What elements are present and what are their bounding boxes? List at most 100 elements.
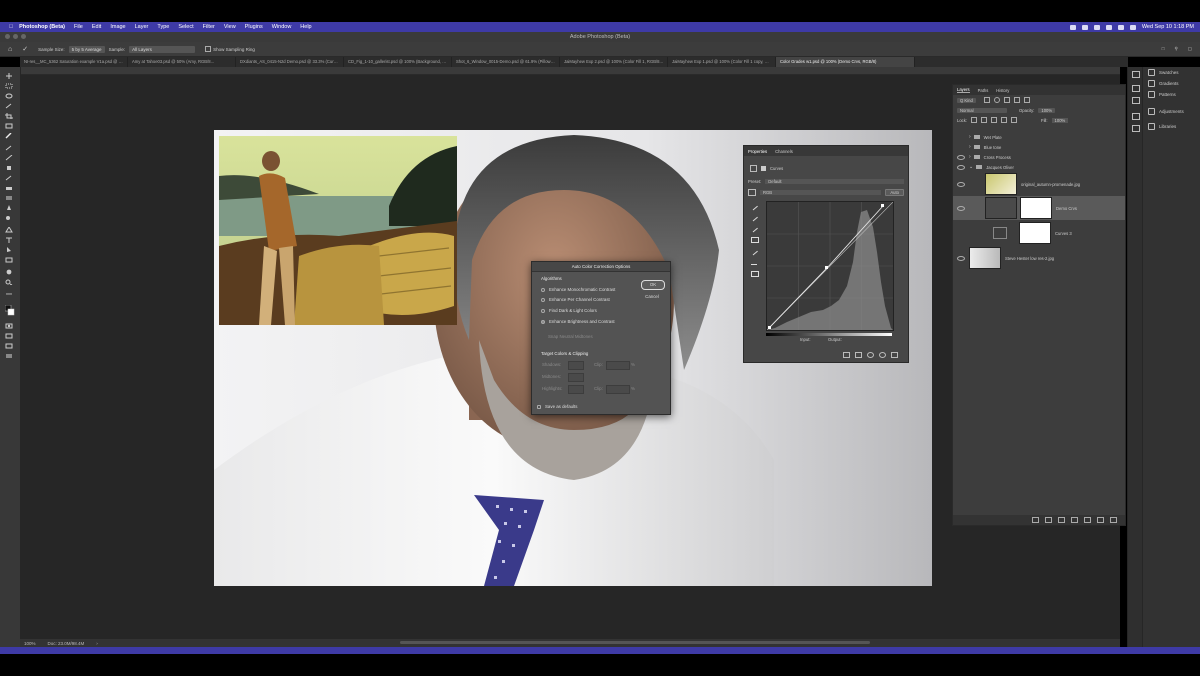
home-icon[interactable]: ⌂: [8, 46, 12, 53]
dock-adjustments[interactable]: Adjustments: [1148, 108, 1184, 115]
zoom-level[interactable]: 100%: [24, 641, 36, 646]
type-tool-icon[interactable]: [5, 237, 13, 243]
eyedropper-gray-icon[interactable]: [750, 213, 758, 222]
new-adjustment-icon[interactable]: [1071, 517, 1078, 523]
layer-row[interactable]: › Cross Process: [953, 152, 1125, 162]
visibility-eye-icon[interactable]: [957, 205, 965, 211]
color-swatches-icon[interactable]: [5, 305, 15, 317]
status-icon[interactable]: [1081, 24, 1088, 30]
filter-adjust-icon[interactable]: [993, 97, 1000, 103]
tab-history[interactable]: History: [996, 88, 1009, 93]
eyedropper-white-icon[interactable]: [750, 224, 758, 233]
rectangle-tool-icon[interactable]: [5, 257, 13, 263]
layer-row[interactable]: original_autumn-promenade.jpg: [953, 172, 1125, 196]
hand-tool-icon[interactable]: [5, 269, 13, 275]
lock-artboard-icon[interactable]: [1001, 117, 1008, 123]
app-menu[interactable]: Photoshop (Beta): [19, 24, 65, 30]
visibility-eye-icon[interactable]: [957, 181, 965, 187]
status-icon[interactable]: [1069, 24, 1076, 30]
menu-layer[interactable]: Layer: [135, 24, 149, 30]
highlights-clip-input[interactable]: [606, 385, 630, 394]
visibility-eye-icon[interactable]: [957, 154, 965, 160]
zoom-tool-icon[interactable]: [5, 279, 13, 285]
target-adjust-icon[interactable]: [748, 189, 756, 196]
tab-document-6[interactable]: JaiMayhew Exp 2.psd @ 100% (Color Fill 1…: [560, 57, 668, 67]
clipping-icon[interactable]: [751, 271, 759, 277]
smooth-icon[interactable]: [751, 260, 757, 265]
more-tools-icon[interactable]: [5, 291, 13, 296]
tab-layers[interactable]: Layers: [957, 87, 970, 93]
tab-document-2[interactable]: Amy at Tahoe03.psd @ 50% (Amy, RGB/8...: [128, 57, 236, 67]
tab-document-4[interactable]: CD_Fig_1-10_gallerist.psd @ 100% (Backgr…: [344, 57, 452, 67]
status-icon[interactable]: [1093, 24, 1100, 30]
tab-document-1[interactable]: NI-res__MC_5362 Saturation example V1a.p…: [20, 57, 128, 67]
lasso-tool-icon[interactable]: [5, 93, 13, 99]
share-icon[interactable]: □: [1162, 46, 1165, 52]
horizontal-scrollbar[interactable]: [400, 641, 870, 644]
trash-icon[interactable]: [891, 352, 898, 358]
curve-point-icon[interactable]: [751, 237, 759, 243]
visibility-eye-icon[interactable]: [957, 255, 965, 261]
tab-document-7[interactable]: JaiMayhew Exp 1.psd @ 100% (Color Fill 1…: [668, 57, 776, 67]
menu-file[interactable]: File: [74, 24, 83, 30]
brush-tool-icon[interactable]: [5, 155, 13, 161]
doc-size[interactable]: Doc: 23.0M/98.4M: [48, 641, 85, 646]
layer-filter-kind[interactable]: Q Kind: [957, 97, 976, 103]
dodge-tool-icon[interactable]: [5, 215, 13, 220]
filter-shape-icon[interactable]: [1013, 97, 1020, 103]
crop-tool-icon[interactable]: [5, 113, 13, 119]
eyedropper-black-icon[interactable]: [750, 202, 758, 211]
brush-panel-icon[interactable]: [1132, 85, 1140, 92]
channel-select[interactable]: RGB: [760, 190, 882, 195]
trash-icon[interactable]: [1110, 517, 1117, 523]
dock-swatches[interactable]: Swatches: [1148, 69, 1179, 76]
ok-button[interactable]: OK: [641, 280, 665, 290]
workspace-icon[interactable]: ▢: [1188, 46, 1192, 52]
layer-row[interactable]: › Wet Plate: [953, 132, 1125, 142]
preset-select[interactable]: Default: [765, 179, 904, 184]
lock-all-icon[interactable]: [1011, 117, 1018, 123]
lock-pixels-icon[interactable]: [971, 117, 978, 123]
extra-tool-icon[interactable]: [5, 353, 13, 358]
spot-heal-tool-icon[interactable]: [5, 145, 13, 151]
new-group-icon[interactable]: [1084, 517, 1091, 523]
lock-paint-icon[interactable]: [981, 117, 988, 123]
curves-graph[interactable]: [766, 201, 894, 331]
menu-filter[interactable]: Filter: [203, 24, 215, 30]
midtones-swatch[interactable]: [568, 373, 584, 382]
apple-icon[interactable]: : [9, 24, 13, 30]
character-icon[interactable]: [1132, 113, 1140, 120]
tab-document-active[interactable]: Color Grades w1.psd @ 100% (Demo Crvs, R…: [776, 57, 915, 67]
fill-input[interactable]: 100%: [1051, 117, 1069, 123]
cancel-button[interactable]: Cancel: [641, 293, 663, 301]
clip-to-layer-icon[interactable]: [843, 352, 850, 358]
shadows-clip-input[interactable]: [606, 361, 630, 370]
comments-icon[interactable]: [1132, 71, 1140, 78]
blur-tool-icon[interactable]: [5, 205, 13, 210]
sample-size-select[interactable]: 5 by 5 Average: [68, 45, 105, 53]
tab-document-3[interactable]: DXdiants_AS_0415-N2d Demo.psd @ 33.3% (C…: [236, 57, 344, 67]
sample-select[interactable]: All Layers: [129, 45, 196, 53]
layer-row[interactable]: Curves 3: [953, 221, 1125, 245]
radio-per-channel[interactable]: Enhance Per Channel Contrast: [541, 297, 610, 302]
lock-move-icon[interactable]: [991, 117, 998, 123]
close-window-button[interactable]: [5, 34, 10, 39]
menu-edit[interactable]: Edit: [92, 24, 101, 30]
eraser-tool-icon[interactable]: [5, 185, 13, 190]
frame-tool-icon[interactable]: [5, 123, 13, 129]
visibility-eye-icon[interactable]: [957, 164, 965, 170]
filter-type-icon[interactable]: [1003, 97, 1010, 103]
path-select-tool-icon[interactable]: [5, 247, 13, 252]
extra-tool-icon[interactable]: [5, 343, 13, 349]
save-as-defaults-checkbox[interactable]: Save as defaults: [537, 404, 577, 409]
link-layers-icon[interactable]: [1032, 517, 1039, 523]
visibility-icon[interactable]: [879, 352, 886, 358]
menu-image[interactable]: Image: [110, 24, 125, 30]
gradient-tool-icon[interactable]: [5, 195, 13, 200]
layer-row[interactable]: › Blue tone: [953, 142, 1125, 152]
dock-gradients[interactable]: Gradients: [1148, 80, 1179, 87]
menu-window[interactable]: Window: [272, 24, 292, 30]
highlights-swatch[interactable]: [568, 385, 584, 394]
menu-select[interactable]: Select: [178, 24, 193, 30]
chevron-right-icon[interactable]: ›: [96, 641, 98, 646]
